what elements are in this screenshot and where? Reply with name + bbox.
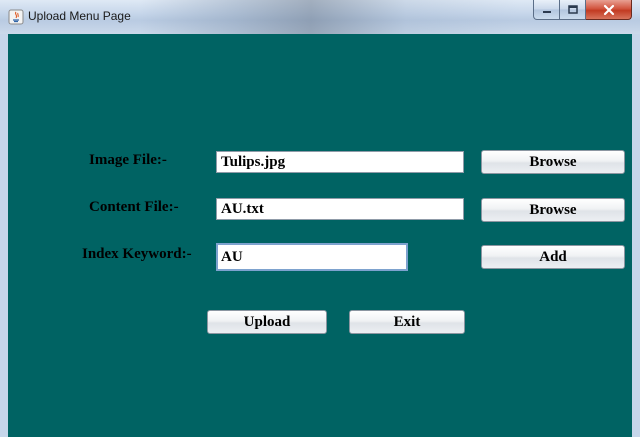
content-file-field[interactable] — [216, 198, 464, 220]
java-app-icon — [8, 9, 24, 25]
title-bar[interactable]: Upload Menu Page — [0, 0, 640, 34]
window-border-right — [632, 34, 640, 437]
exit-button[interactable]: Exit — [349, 310, 465, 334]
window-controls — [533, 0, 632, 22]
close-icon — [603, 4, 614, 15]
close-button[interactable] — [586, 0, 632, 20]
maximize-button[interactable] — [560, 0, 586, 20]
window-title: Upload Menu Page — [28, 9, 131, 23]
upload-button[interactable]: Upload — [207, 310, 327, 334]
minimize-icon — [542, 10, 551, 13]
minimize-button[interactable] — [533, 0, 560, 20]
index-keyword-label: Index Keyword:- — [82, 246, 192, 262]
content-browse-button[interactable]: Browse — [481, 198, 625, 222]
form-panel: Image File:- Browse Content File:- Brows… — [8, 34, 632, 437]
image-file-field[interactable] — [216, 151, 464, 173]
maximize-icon — [567, 4, 578, 14]
upload-menu-window: Upload Menu Page Image File:- Browse Con… — [0, 0, 640, 437]
index-keyword-field[interactable] — [216, 243, 408, 271]
content-file-label: Content File:- — [89, 199, 179, 215]
image-browse-button[interactable]: Browse — [481, 150, 625, 174]
window-border-left — [0, 34, 8, 437]
add-keyword-button[interactable]: Add — [481, 245, 625, 269]
image-file-label: Image File:- — [89, 152, 167, 168]
